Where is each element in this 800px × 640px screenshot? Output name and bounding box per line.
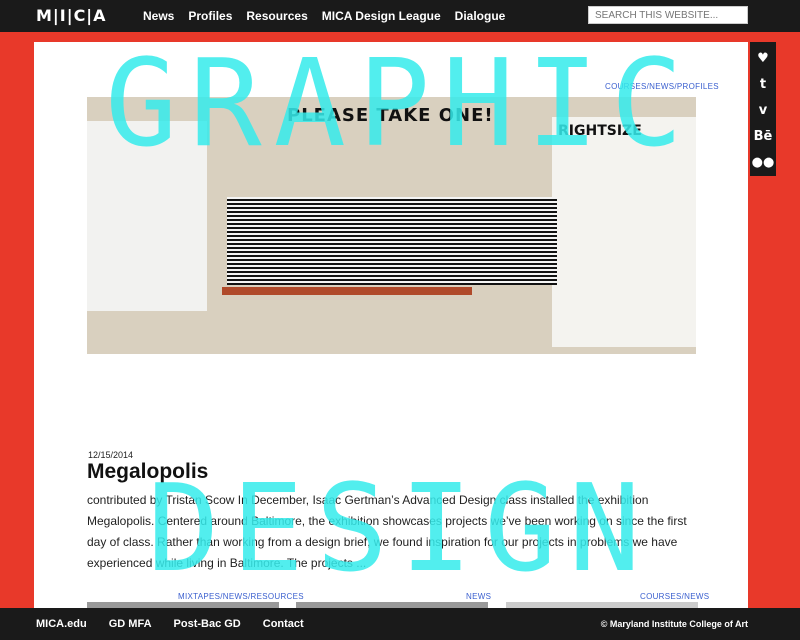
nav-design-league[interactable]: MICA Design League <box>322 9 441 23</box>
next-post-category-1[interactable]: MIXTAPES/NEWS/RESOURCES <box>178 592 304 601</box>
hero-poster-right: RIGHTSIZE <box>552 117 696 347</box>
footer-nav: MICA.edu GD MFA Post-Bac GD Contact <box>36 618 326 630</box>
post-title[interactable]: Megalopolis <box>87 460 208 484</box>
hero-poster-title: RIGHTSIZE <box>558 123 642 139</box>
footer-bar: MICA.edu GD MFA Post-Bac GD Contact © Ma… <box>0 608 800 640</box>
next-post-category-2[interactable]: NEWS <box>466 592 491 601</box>
nav-dialogue[interactable]: Dialogue <box>455 9 506 23</box>
twitter-icon[interactable]: ♥ <box>757 46 769 72</box>
nav-resources[interactable]: Resources <box>246 9 307 23</box>
search-input[interactable] <box>588 6 748 24</box>
footer-link-contact[interactable]: Contact <box>263 618 304 630</box>
hero-shelf <box>222 287 472 295</box>
footer-link-gd-mfa[interactable]: GD MFA <box>109 618 152 630</box>
post-hero-image[interactable]: PLEASE TAKE ONE! RIGHTSIZE <box>87 97 696 354</box>
next-post-category-3[interactable]: COURSES/NEWS <box>640 592 709 601</box>
hero-poster-left <box>87 121 207 311</box>
post-date: 12/15/2014 <box>88 450 134 460</box>
mica-logo[interactable]: M|I|C|A <box>36 6 107 25</box>
nav-news[interactable]: News <box>143 9 174 23</box>
top-bar: M|I|C|A News Profiles Resources MICA Des… <box>0 0 800 32</box>
footer-link-mica[interactable]: MICA.edu <box>36 618 87 630</box>
main-nav: News Profiles Resources MICA Design Leag… <box>143 9 519 23</box>
tumblr-icon[interactable]: t <box>760 72 766 98</box>
social-bar: ♥ t v Bē ●● <box>750 42 776 176</box>
nav-profiles[interactable]: Profiles <box>188 9 232 23</box>
behance-icon[interactable]: Bē <box>754 124 773 150</box>
flickr-icon[interactable]: ●● <box>752 150 775 176</box>
hero-sign-text: PLEASE TAKE ONE! <box>287 105 494 126</box>
post-excerpt: contributed by Tristan Scow In December,… <box>87 493 687 570</box>
post-category-links[interactable]: COURSES/NEWS/PROFILES <box>605 82 719 91</box>
vimeo-icon[interactable]: v <box>759 98 767 124</box>
hero-paper-stack <box>227 197 557 285</box>
copyright-text: © Maryland Institute College of Art <box>600 619 748 629</box>
footer-link-postbac[interactable]: Post-Bac GD <box>174 618 241 630</box>
